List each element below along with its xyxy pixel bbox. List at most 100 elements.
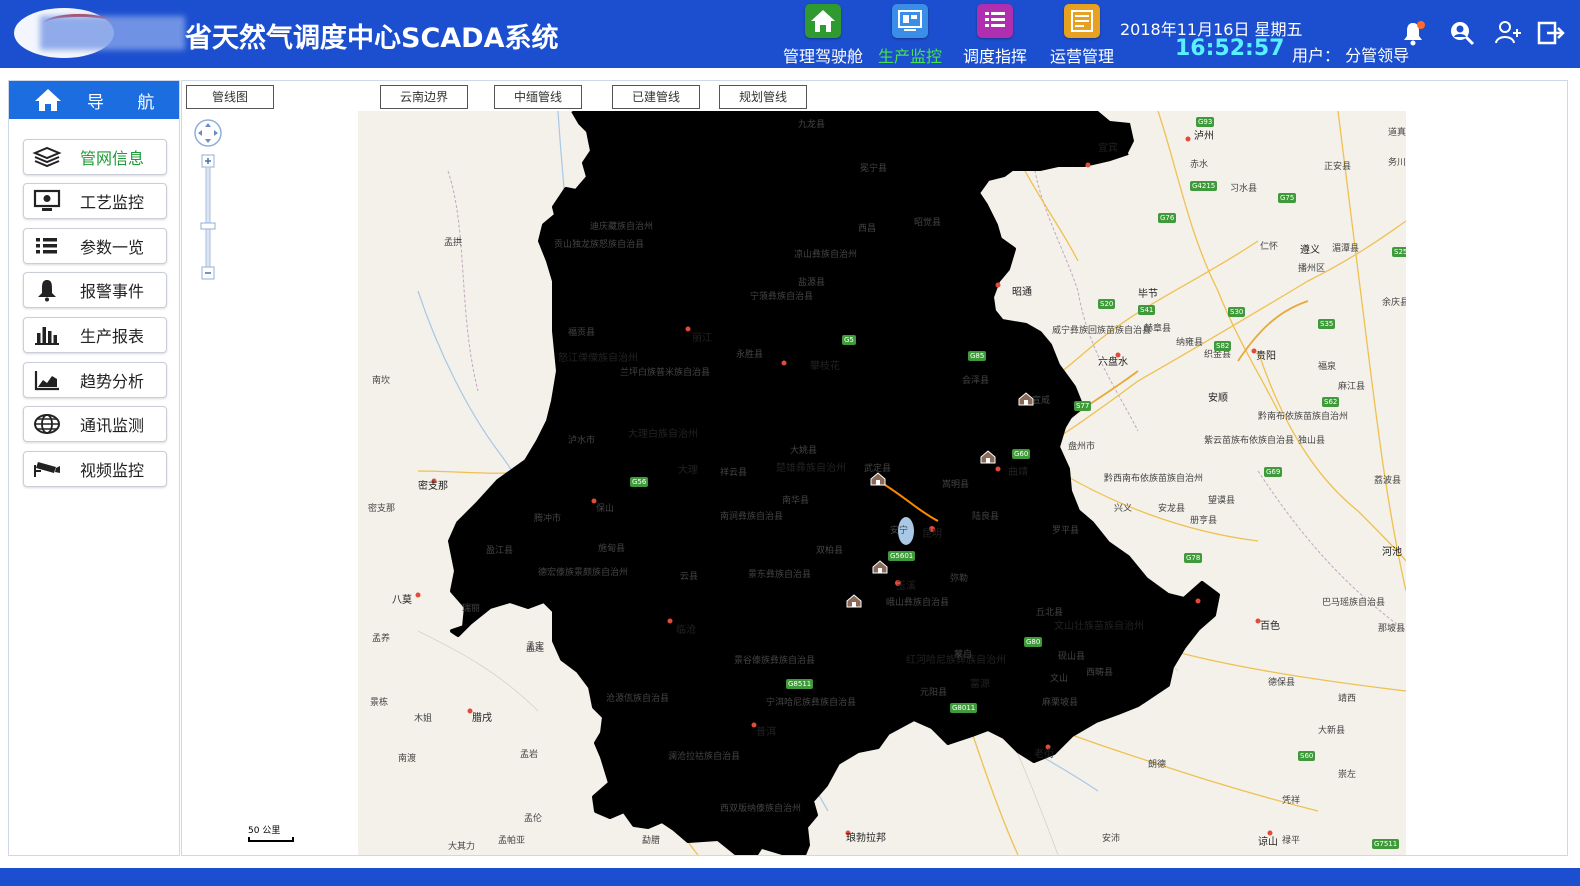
highway-shield: G5601	[888, 551, 916, 561]
map-city-label: 文山壮族苗族自治州	[1054, 621, 1144, 632]
map-city-label: 怒江傈僳族自治州	[558, 353, 638, 364]
map-place-label: 纳雍县	[1176, 338, 1204, 348]
zoom-slider-track[interactable]	[205, 166, 211, 268]
sidebar-item-trend-analysis[interactable]: 趋势分析	[23, 362, 167, 398]
map-place-label: 凉山彝族自治州	[794, 250, 858, 260]
sidebar-item-video-monitor[interactable]: 视频监控	[23, 451, 167, 487]
map-place-label: 福贡县	[568, 328, 596, 338]
map-place-label: 弥勒	[950, 574, 969, 584]
tab-pipeline-map[interactable]: 管线图	[186, 85, 274, 109]
map-place-label: 安龙县	[1158, 504, 1186, 514]
map-city-label: 河池	[1382, 547, 1402, 558]
map-place-label: 大姚县	[790, 446, 818, 456]
sidebar-item-alarms[interactable]: 报警事件	[23, 272, 167, 308]
tab-built-pipeline[interactable]: 已建管线	[612, 85, 700, 109]
topnav-label: 生产监控	[877, 47, 942, 66]
map-place-label: 宣威	[1032, 396, 1051, 406]
pipeline-map[interactable]: 九龙县 冕宁县 西昌 昭觉县 凉山彝族自治州 盐源县 宁蒗彝族自治县 攀枝花 永…	[358, 111, 1406, 855]
tab-yunnan-border[interactable]: 云南边界	[380, 85, 468, 109]
topnav-cockpit[interactable]: 管理驾驶舱	[780, 4, 866, 66]
layers-icon	[32, 145, 62, 169]
map-place-label: 永胜县	[736, 350, 764, 360]
tab-planned-pipeline[interactable]: 规划管线	[719, 85, 807, 109]
users-icon[interactable]	[1493, 18, 1523, 48]
map-place-label: 会泽县	[962, 376, 990, 386]
zoom-slider-handle[interactable]	[200, 222, 216, 230]
topnav-production-monitoring[interactable]: 生产监控	[867, 4, 953, 66]
tab-china-myanmar-pipeline[interactable]: 中缅管线	[494, 85, 582, 109]
map-city-label: 丽江	[692, 333, 712, 344]
sidebar-item-label: 生产报表	[80, 327, 145, 346]
map-city-label: 谅山	[1258, 837, 1278, 848]
gas-station-marker[interactable]	[872, 559, 888, 574]
map-place-label: 盈江县	[486, 546, 514, 556]
gas-station-marker[interactable]	[870, 471, 886, 486]
zoom-in-button[interactable]	[201, 154, 215, 168]
map-city-label: 昭通	[1012, 287, 1032, 298]
map-place-label: 崇左	[1338, 770, 1357, 780]
topnav-dispatch[interactable]: 调度指挥	[952, 4, 1038, 66]
bell-icon	[32, 278, 62, 302]
map-place-label: 贡山独龙族怒族自治县	[554, 240, 645, 250]
sidebar-item-label: 管网信息	[80, 149, 145, 168]
sidebar-item-comm-monitor[interactable]: 通讯监测	[23, 406, 167, 442]
map-scale-bar: 50 公里	[248, 823, 294, 842]
trend-chart-icon	[32, 368, 62, 392]
highway-shield: G8011	[950, 703, 978, 713]
topnav-label: 调度指挥	[962, 47, 1027, 66]
gas-station-marker[interactable]	[980, 449, 996, 464]
scale-line	[248, 837, 294, 842]
map-place-label: 景栋	[370, 698, 389, 708]
map-city-label: 腊戌	[472, 713, 492, 724]
clock: 16:52:57	[1175, 36, 1285, 61]
map-place-label: 望谟县	[1208, 496, 1236, 506]
map-place-label: 冕宁县	[860, 164, 888, 174]
highway-shield: G93	[1196, 117, 1215, 127]
map-place-label: 双柏县	[816, 546, 844, 556]
map-place-label: 朗德	[1148, 760, 1167, 770]
map-place-label: 九龙县	[798, 120, 826, 130]
topnav-label: 管理驾驶舱	[782, 47, 863, 66]
sidebar-header: 导 航	[9, 81, 179, 119]
map-place-label: 习水县	[1230, 184, 1258, 194]
gas-station-marker[interactable]	[1018, 391, 1034, 406]
map-place-label: 孟养	[372, 634, 391, 644]
map-place-label: 西畴县	[1086, 668, 1114, 678]
map-place-label: 仁怀	[1260, 242, 1279, 252]
map-place-label: 赫章县	[1144, 324, 1172, 334]
map-place-label: 荔波县	[1374, 476, 1402, 486]
sidebar-item-process-monitor[interactable]: 工艺监控	[23, 183, 167, 219]
map-place-label: 安沛	[1102, 834, 1121, 844]
highway-shield: G56	[630, 477, 649, 487]
map-place-label: 密支那	[368, 504, 396, 514]
highway-shield: G8511	[786, 679, 814, 689]
map-place-label: 西双版纳傣族自治州	[720, 804, 802, 814]
sidebar-item-network-info[interactable]: 管网信息	[23, 139, 167, 175]
highway-shield: S77	[1074, 401, 1092, 411]
map-city-label: 玉溪	[896, 581, 916, 592]
gas-station-marker[interactable]	[846, 593, 862, 608]
map-pan-control[interactable]	[194, 119, 222, 147]
sidebar-item-reports[interactable]: 生产报表	[23, 317, 167, 353]
topnav-operations[interactable]: 运营管理	[1039, 4, 1125, 66]
map-place-label: 泸水市	[568, 436, 596, 446]
map-place-label: 德宏傣族景颇族自治州	[538, 568, 629, 578]
map-city-label: 大理白族自治州	[628, 429, 698, 440]
bell-icon[interactable]	[1398, 18, 1428, 48]
map-city-label: 富源	[970, 679, 990, 690]
map-place-label: 禄平	[1282, 836, 1301, 846]
map-place-label: 安宁	[890, 526, 909, 536]
map-place-label: 黔南布依族苗族自治州	[1258, 412, 1349, 422]
map-place-label: 南渡	[398, 754, 417, 764]
logout-icon[interactable]	[1536, 18, 1566, 48]
home-icon	[805, 4, 841, 38]
map-place-label: 西昌	[858, 224, 877, 234]
map-place-label: 云县	[680, 572, 699, 582]
sidebar-item-label: 通讯监测	[80, 416, 145, 435]
highway-shield: G75	[1278, 193, 1297, 203]
zoom-out-button[interactable]	[201, 266, 215, 280]
user-search-icon[interactable]	[1447, 18, 1477, 48]
sidebar-item-parameters[interactable]: 参数一览	[23, 228, 167, 264]
map-place-label: 景谷傣族彝族自治县	[734, 656, 816, 666]
map-place-label: 册亨县	[1190, 516, 1218, 526]
